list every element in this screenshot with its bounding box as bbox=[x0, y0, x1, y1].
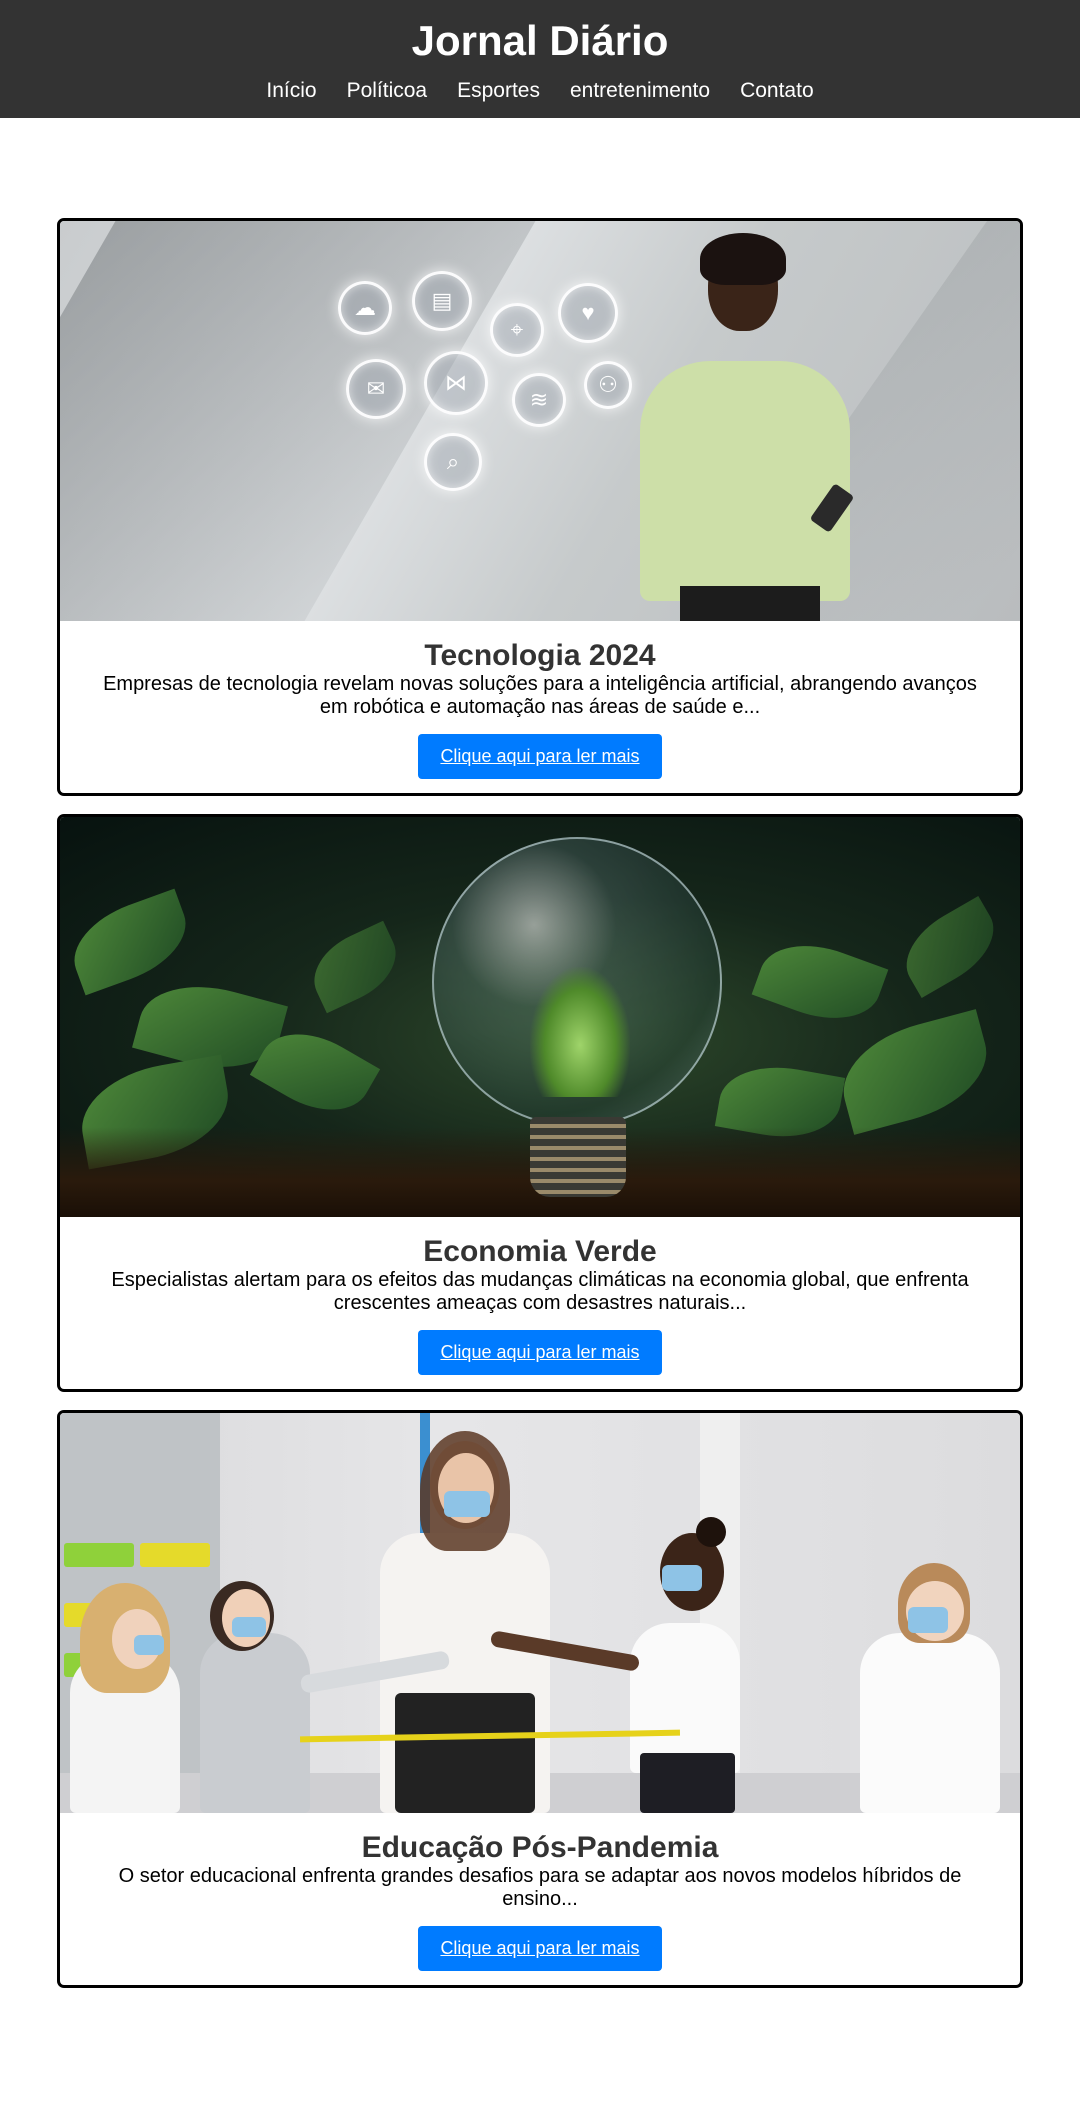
woman-with-phone bbox=[620, 233, 860, 621]
article-summary: Empresas de tecnologia revelam novas sol… bbox=[103, 673, 977, 718]
read-more-button[interactable]: Clique aqui para ler mais bbox=[418, 1330, 662, 1375]
article-title: Economia Verde bbox=[423, 1235, 657, 1268]
cloud-download-icon: ☁ bbox=[338, 281, 392, 335]
share-icon: ⋈ bbox=[424, 351, 488, 415]
article-title: Tecnologia 2024 bbox=[424, 639, 656, 672]
site-header: Jornal Diário Início Políticoa Esportes … bbox=[0, 0, 1080, 118]
mail-icon: ✉ bbox=[346, 359, 406, 419]
article-card-educacao: Educação Pós-Pandemia O setor educaciona… bbox=[57, 1410, 1023, 1988]
read-more-button[interactable]: Clique aqui para ler mais bbox=[418, 1926, 662, 1971]
article-summary: Especialistas alertam para os efeitos da… bbox=[111, 1269, 969, 1314]
heart-icon: ♥ bbox=[558, 283, 618, 343]
main-nav: Início Políticoa Esportes entretenimento… bbox=[0, 77, 1080, 105]
nav-link-esportes[interactable]: Esportes bbox=[457, 77, 540, 105]
nav-link-contato[interactable]: Contato bbox=[740, 77, 814, 105]
nav-link-entretenimento[interactable]: entretenimento bbox=[570, 77, 710, 105]
search-icon: ⌕ bbox=[424, 433, 482, 491]
article-title: Educação Pós-Pandemia bbox=[361, 1831, 719, 1864]
articles-list: ☁ ▤ ⌖ ♥ ✉ ⋈ ≋ ⚇ ⌕ Tecnologia 2024 Empres… bbox=[0, 118, 1080, 1988]
article-card-tecnologia: ☁ ▤ ⌖ ♥ ✉ ⋈ ≋ ⚇ ⌕ Tecnologia 2024 Empres… bbox=[57, 218, 1023, 796]
nav-link-inicio[interactable]: Início bbox=[266, 77, 316, 105]
location-icon: ⌖ bbox=[490, 303, 544, 357]
article-summary: O setor educacional enfrenta grandes des… bbox=[118, 1865, 962, 1910]
nav-link-politica[interactable]: Políticoa bbox=[347, 77, 428, 105]
article-image-economia-verde bbox=[60, 817, 1020, 1217]
article-card-economia-verde: Economia Verde Especialistas alertam par… bbox=[57, 814, 1023, 1392]
wifi-icon: ≋ bbox=[512, 373, 566, 427]
site-title: Jornal Diário bbox=[411, 17, 669, 64]
article-image-tecnologia: ☁ ▤ ⌖ ♥ ✉ ⋈ ≋ ⚇ ⌕ bbox=[60, 221, 1020, 621]
article-image-educacao bbox=[60, 1413, 1020, 1813]
read-more-button[interactable]: Clique aqui para ler mais bbox=[418, 734, 662, 779]
chat-icon: ▤ bbox=[412, 271, 472, 331]
